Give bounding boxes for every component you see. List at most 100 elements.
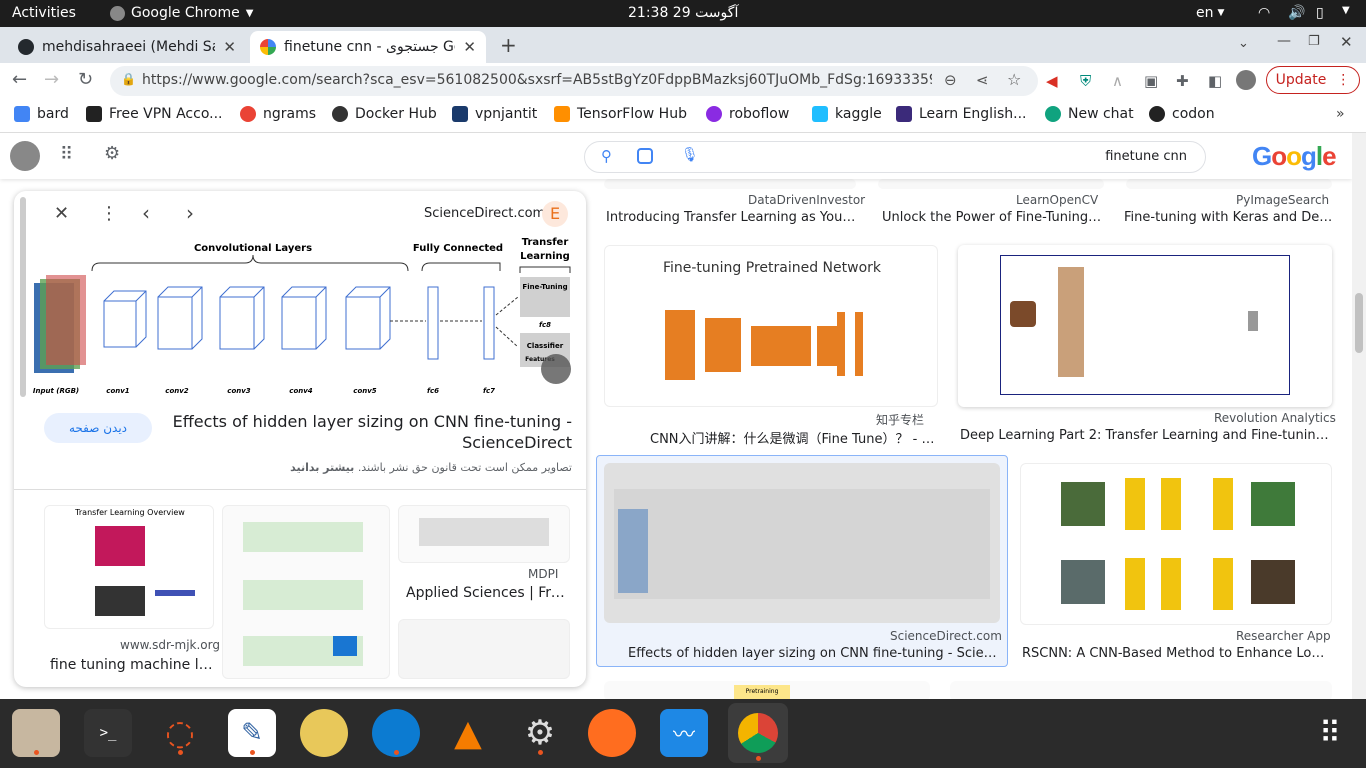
- microphone-icon[interactable]: 🎙: [681, 147, 699, 163]
- result-title-sciencedirect[interactable]: Effects of hidden layer sizing on CNN fi…: [628, 646, 1000, 661]
- result-image-top-3[interactable]: [1126, 179, 1332, 189]
- bookmark-ngrams[interactable]: ngrams: [240, 106, 316, 122]
- bookmark-bard[interactable]: bard: [14, 106, 69, 122]
- google-lens-icon[interactable]: [637, 148, 653, 164]
- result-title-top-1[interactable]: Introducing Transfer Learning as Your Ne…: [606, 210, 858, 225]
- related-image-4[interactable]: [398, 619, 570, 679]
- related-image-3[interactable]: [398, 505, 570, 563]
- extension-shield-icon[interactable]: ⛨: [1080, 72, 1091, 90]
- bookmark-kaggle[interactable]: kaggle: [812, 106, 882, 122]
- site-info-icon[interactable]: 🔒: [121, 72, 136, 86]
- more-menu-icon[interactable]: ⋮: [1336, 72, 1350, 88]
- extensions-puzzle-icon[interactable]: ✚: [1176, 72, 1189, 90]
- result-image-researcher[interactable]: [1020, 463, 1332, 625]
- terminal-icon[interactable]: >_: [84, 709, 132, 757]
- tab-search-chevron-icon[interactable]: ⌄: [1238, 36, 1249, 51]
- apps-grid-icon[interactable]: ⠿: [60, 144, 73, 165]
- volume-icon[interactable]: 🔊: [1288, 5, 1305, 21]
- bookmark-free-vpn[interactable]: Free VPN Acco...: [86, 106, 223, 122]
- edge-icon[interactable]: [372, 709, 420, 757]
- battery-icon[interactable]: ▯: [1316, 5, 1324, 21]
- result-title-zhihu[interactable]: CNN入门讲解：什么是微调（Fine Tune）？ - 知乎: [650, 428, 936, 447]
- new-tab-icon[interactable]: +: [500, 33, 517, 57]
- search-icon[interactable]: ⚲: [601, 147, 612, 165]
- bookmark-docker-hub[interactable]: Docker Hub: [332, 106, 437, 122]
- rhythmbox-icon[interactable]: [300, 709, 348, 757]
- result-image-sciencedirect[interactable]: [604, 463, 1000, 623]
- search-box[interactable]: ⚲ 🎙 finetune cnn: [584, 141, 1206, 173]
- preview-image[interactable]: Convolutional Layers Fully Connected Tra…: [30, 235, 582, 403]
- address-bar[interactable]: 🔒 https://www.google.com/search?sca_esv=…: [110, 66, 1038, 96]
- google-logo[interactable]: Google: [1252, 141, 1337, 172]
- bookmark-codon[interactable]: codon: [1149, 106, 1215, 122]
- minimize-icon[interactable]: —: [1277, 33, 1291, 49]
- related-image-2[interactable]: [222, 505, 390, 679]
- panel-scrollbar[interactable]: [20, 197, 26, 397]
- bookmark-learn-english[interactable]: Learn English...: [896, 106, 1026, 122]
- scrollbar-thumb[interactable]: [1355, 293, 1363, 353]
- related-title-1[interactable]: fine tuning machine lea...: [50, 657, 220, 673]
- forward-icon[interactable]: →: [44, 69, 59, 90]
- preview-source[interactable]: ScienceDirect.com: [424, 206, 545, 221]
- tab-google-search[interactable]: finetune cnn - جستجوی Go ✕: [250, 31, 486, 63]
- learn-more-link[interactable]: بیشتر بدانید: [290, 461, 354, 474]
- clock[interactable]: 21:38 29 آگوست: [628, 5, 738, 21]
- activities-button[interactable]: Activities: [12, 5, 76, 21]
- search-lens-icon[interactable]: ⊖: [944, 71, 957, 89]
- result-image-top-1[interactable]: [604, 179, 856, 189]
- close-window-icon[interactable]: ✕: [1340, 33, 1353, 51]
- system-monitor-icon[interactable]: 〰: [660, 709, 708, 757]
- result-image-zhihu[interactable]: Fine-tuning Pretrained Network: [604, 245, 938, 407]
- result-image-pretraining[interactable]: Pretraining: [604, 681, 930, 699]
- back-icon[interactable]: ←: [12, 69, 27, 90]
- text-editor-icon[interactable]: ✎: [228, 709, 276, 757]
- result-title-researcher[interactable]: RSCNN: A CNN-Based Method to Enhance Low…: [1022, 646, 1332, 661]
- more-bookmarks-icon[interactable]: »: [1336, 106, 1345, 122]
- ubuntu-software-icon[interactable]: ◌: [156, 709, 204, 757]
- result-title-top-2[interactable]: Unlock the Power of Fine-Tuning Pr...: [882, 210, 1104, 225]
- account-avatar[interactable]: [10, 141, 40, 171]
- related-title-2[interactable]: Applied Sciences | Fre...: [406, 585, 570, 601]
- bookmark-roboflow[interactable]: roboflow: [706, 106, 789, 122]
- extension-save-icon[interactable]: ▣: [1144, 72, 1158, 90]
- close-preview-icon[interactable]: ✕: [54, 203, 69, 224]
- bookmark-tensorflow-hub[interactable]: TensorFlow Hub: [554, 106, 687, 122]
- app-grid-icon[interactable]: ⠿: [1306, 709, 1354, 757]
- previous-icon[interactable]: ‹: [142, 201, 150, 225]
- preview-title[interactable]: Effects of hidden layer sizing on CNN fi…: [173, 411, 572, 453]
- extension-a-icon[interactable]: ∧: [1112, 72, 1123, 90]
- firefox-icon[interactable]: [588, 709, 636, 757]
- chrome-dock-item[interactable]: [728, 703, 788, 763]
- extension-megaphone-icon[interactable]: ◀: [1046, 72, 1058, 90]
- wifi-icon[interactable]: ◠: [1258, 5, 1270, 21]
- bookmark-new-chat[interactable]: New chat: [1045, 106, 1134, 122]
- result-title-revolution[interactable]: Deep Learning Part 2: Transfer Learning …: [960, 428, 1330, 443]
- maximize-icon[interactable]: ❐: [1308, 34, 1320, 49]
- tab-github[interactable]: mehdisahraeei (Mehdi Sa ✕: [8, 31, 246, 63]
- result-image-top-2[interactable]: [878, 179, 1104, 189]
- visit-page-button[interactable]: دیدن صفحه: [44, 413, 152, 443]
- related-image-1[interactable]: Transfer Learning Overview: [44, 505, 214, 629]
- share-icon[interactable]: ⋖: [976, 71, 989, 89]
- next-icon[interactable]: ›: [186, 201, 194, 225]
- side-panel-icon[interactable]: ◧: [1208, 72, 1222, 90]
- page-scrollbar[interactable]: [1352, 133, 1366, 699]
- vlc-icon[interactable]: ▲: [444, 709, 492, 757]
- app-menu[interactable]: Google Chrome ▼: [110, 5, 253, 21]
- system-menu-chevron-icon[interactable]: ▼: [1342, 5, 1350, 16]
- reload-icon[interactable]: ↻: [78, 69, 93, 90]
- search-input[interactable]: finetune cnn: [1105, 149, 1187, 164]
- bookmark-star-icon[interactable]: ☆: [1007, 70, 1021, 89]
- bookmark-vpnjantit[interactable]: vpnjantit: [452, 106, 537, 122]
- update-button[interactable]: Update ⋮: [1266, 66, 1360, 94]
- language-indicator[interactable]: en ▼: [1196, 5, 1224, 21]
- profile-avatar[interactable]: [1236, 70, 1256, 90]
- files-icon[interactable]: [12, 709, 60, 757]
- url-text[interactable]: https://www.google.com/search?sca_esv=56…: [142, 72, 932, 88]
- result-title-top-3[interactable]: Fine-tuning with Keras and Deep L...: [1124, 210, 1334, 225]
- result-image-revolution[interactable]: [958, 245, 1332, 407]
- gear-icon[interactable]: ⚙: [104, 143, 120, 164]
- close-tab-icon[interactable]: ✕: [463, 38, 476, 56]
- close-tab-icon[interactable]: ✕: [223, 38, 236, 56]
- result-image-bottom-2[interactable]: [950, 681, 1332, 699]
